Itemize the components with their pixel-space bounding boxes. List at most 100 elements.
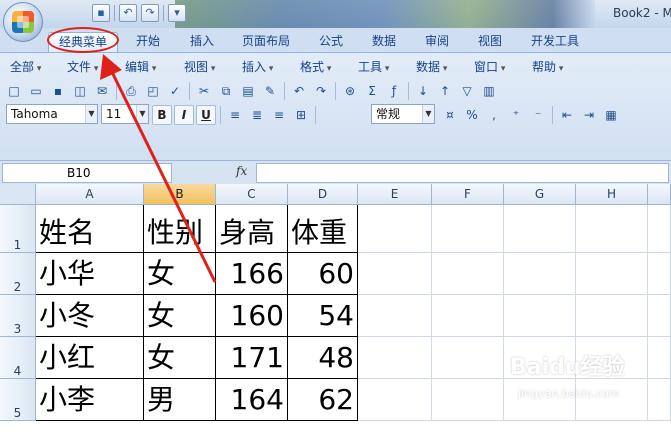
undo-icon[interactable]: ↶ — [119, 4, 137, 22]
menu-edit[interactable]: 编辑 — [125, 56, 156, 78]
tab-formulas[interactable]: 公式 — [311, 32, 351, 52]
tab-home[interactable]: 开始 — [128, 32, 168, 52]
table-cell[interactable] — [648, 205, 671, 253]
print-preview-icon[interactable]: ◰ — [143, 81, 163, 101]
row-header[interactable]: 3 — [0, 295, 36, 337]
column-header-d[interactable]: D — [288, 184, 358, 205]
table-cell[interactable] — [504, 205, 576, 253]
table-cell[interactable]: 164 — [216, 379, 288, 421]
table-cell[interactable]: 体重 — [288, 205, 358, 253]
menu-data[interactable]: 数据 — [416, 56, 447, 78]
menu-file[interactable]: 文件 — [67, 56, 98, 78]
bold-button[interactable]: B — [152, 105, 172, 125]
insert-function-fx-icon[interactable]: fx — [236, 164, 247, 178]
print-icon[interactable]: ⎙ — [121, 81, 141, 101]
sort-ascending-icon[interactable]: ↓ — [413, 81, 433, 101]
new-document-icon[interactable]: □ — [4, 81, 24, 101]
tab-developer[interactable]: 开发工具 — [522, 32, 588, 52]
table-cell[interactable]: 171 — [216, 337, 288, 379]
row-header[interactable]: 5 — [0, 379, 36, 421]
insert-function-icon[interactable]: ƒ — [384, 81, 404, 101]
align-right-icon[interactable]: ≡ — [269, 105, 289, 125]
table-cell[interactable] — [358, 337, 432, 379]
select-all-corner[interactable] — [0, 184, 36, 205]
save-icon[interactable]: ▪ — [92, 4, 110, 22]
decrease-indent-icon[interactable]: ⇤ — [557, 105, 577, 125]
increase-indent-icon[interactable]: ⇥ — [579, 105, 599, 125]
table-cell[interactable]: 166 — [216, 253, 288, 295]
column-header-a[interactable]: A — [36, 184, 144, 205]
formula-input[interactable] — [256, 163, 669, 183]
table-cell[interactable]: 身高 — [216, 205, 288, 253]
table-cell[interactable]: 60 — [288, 253, 358, 295]
format-painter-icon[interactable]: ✎ — [260, 81, 280, 101]
open-folder-icon[interactable]: ▭ — [26, 81, 46, 101]
column-header-h[interactable]: H — [576, 184, 648, 205]
table-cell[interactable] — [504, 295, 576, 337]
increase-decimal-icon[interactable]: ⁺ — [506, 105, 526, 125]
menu-tools[interactable]: 工具 — [358, 56, 389, 78]
permission-icon[interactable]: ◫ — [70, 81, 90, 101]
autosum-icon[interactable]: Σ — [362, 81, 382, 101]
table-cell[interactable] — [576, 253, 648, 295]
save-icon[interactable]: ▪ — [48, 81, 68, 101]
table-cell[interactable]: 小冬 — [36, 295, 144, 337]
table-cell[interactable]: 性别 — [144, 205, 216, 253]
table-cell[interactable]: 48 — [288, 337, 358, 379]
table-cell[interactable] — [576, 295, 648, 337]
table-cell[interactable]: 女 — [144, 337, 216, 379]
comma-style-icon[interactable]: , — [484, 105, 504, 125]
tab-view[interactable]: 视图 — [470, 32, 510, 52]
align-left-icon[interactable]: ≡ — [225, 105, 245, 125]
table-cell[interactable] — [432, 205, 504, 253]
table-cell[interactable]: 男 — [144, 379, 216, 421]
column-header-c[interactable]: C — [216, 184, 288, 205]
table-cell[interactable] — [648, 253, 671, 295]
undo-icon[interactable]: ↶ — [289, 81, 309, 101]
tab-data[interactable]: 数据 — [364, 32, 404, 52]
font-size-select[interactable]: 11 ▼ — [101, 104, 149, 124]
table-cell[interactable]: 160 — [216, 295, 288, 337]
column-header-e[interactable]: E — [358, 184, 432, 205]
column-header-b[interactable]: B — [144, 184, 216, 205]
table-cell[interactable] — [432, 337, 504, 379]
row-header[interactable]: 2 — [0, 253, 36, 295]
table-cell[interactable] — [432, 253, 504, 295]
table-cell[interactable]: 姓名 — [36, 205, 144, 253]
table-cell[interactable] — [358, 379, 432, 421]
percent-icon[interactable]: % — [462, 105, 482, 125]
table-cell[interactable] — [358, 295, 432, 337]
spelling-icon[interactable]: ✓ — [165, 81, 185, 101]
paste-icon[interactable]: ▤ — [238, 81, 258, 101]
menu-window[interactable]: 窗口 — [474, 56, 505, 78]
table-cell[interactable]: 小华 — [36, 253, 144, 295]
email-icon[interactable]: ✉ — [92, 81, 112, 101]
name-box[interactable]: B10 — [2, 163, 172, 183]
tab-classic-menu[interactable]: 经典菜单 — [48, 32, 118, 52]
row-header[interactable]: 4 — [0, 337, 36, 379]
table-cell[interactable]: 女 — [144, 253, 216, 295]
cut-icon[interactable]: ✂ — [194, 81, 214, 101]
table-cell[interactable]: 小李 — [36, 379, 144, 421]
customize-qat-icon[interactable]: ▾ — [168, 4, 186, 22]
tab-insert[interactable]: 插入 — [182, 32, 222, 52]
redo-icon[interactable]: ↷ — [311, 81, 331, 101]
tab-page-layout[interactable]: 页面布局 — [234, 32, 298, 52]
menu-format[interactable]: 格式 — [300, 56, 331, 78]
borders-icon[interactable]: ▦ — [601, 105, 621, 125]
italic-button[interactable]: I — [174, 105, 194, 125]
table-cell[interactable]: 小红 — [36, 337, 144, 379]
table-cell[interactable] — [358, 205, 432, 253]
merge-center-icon[interactable]: ⊞ — [291, 105, 311, 125]
hyperlink-icon[interactable]: ⊛ — [340, 81, 360, 101]
table-cell[interactable]: 54 — [288, 295, 358, 337]
column-header-g[interactable]: G — [504, 184, 576, 205]
office-button[interactable] — [3, 2, 43, 42]
currency-icon[interactable]: ¤ — [440, 105, 460, 125]
number-format-select[interactable]: 常规 ▼ — [371, 104, 435, 124]
menu-all[interactable]: 全部 — [10, 56, 41, 78]
table-cell[interactable] — [648, 295, 671, 337]
table-cell[interactable] — [576, 205, 648, 253]
align-center-icon[interactable]: ≣ — [247, 105, 267, 125]
tab-review[interactable]: 审阅 — [417, 32, 457, 52]
